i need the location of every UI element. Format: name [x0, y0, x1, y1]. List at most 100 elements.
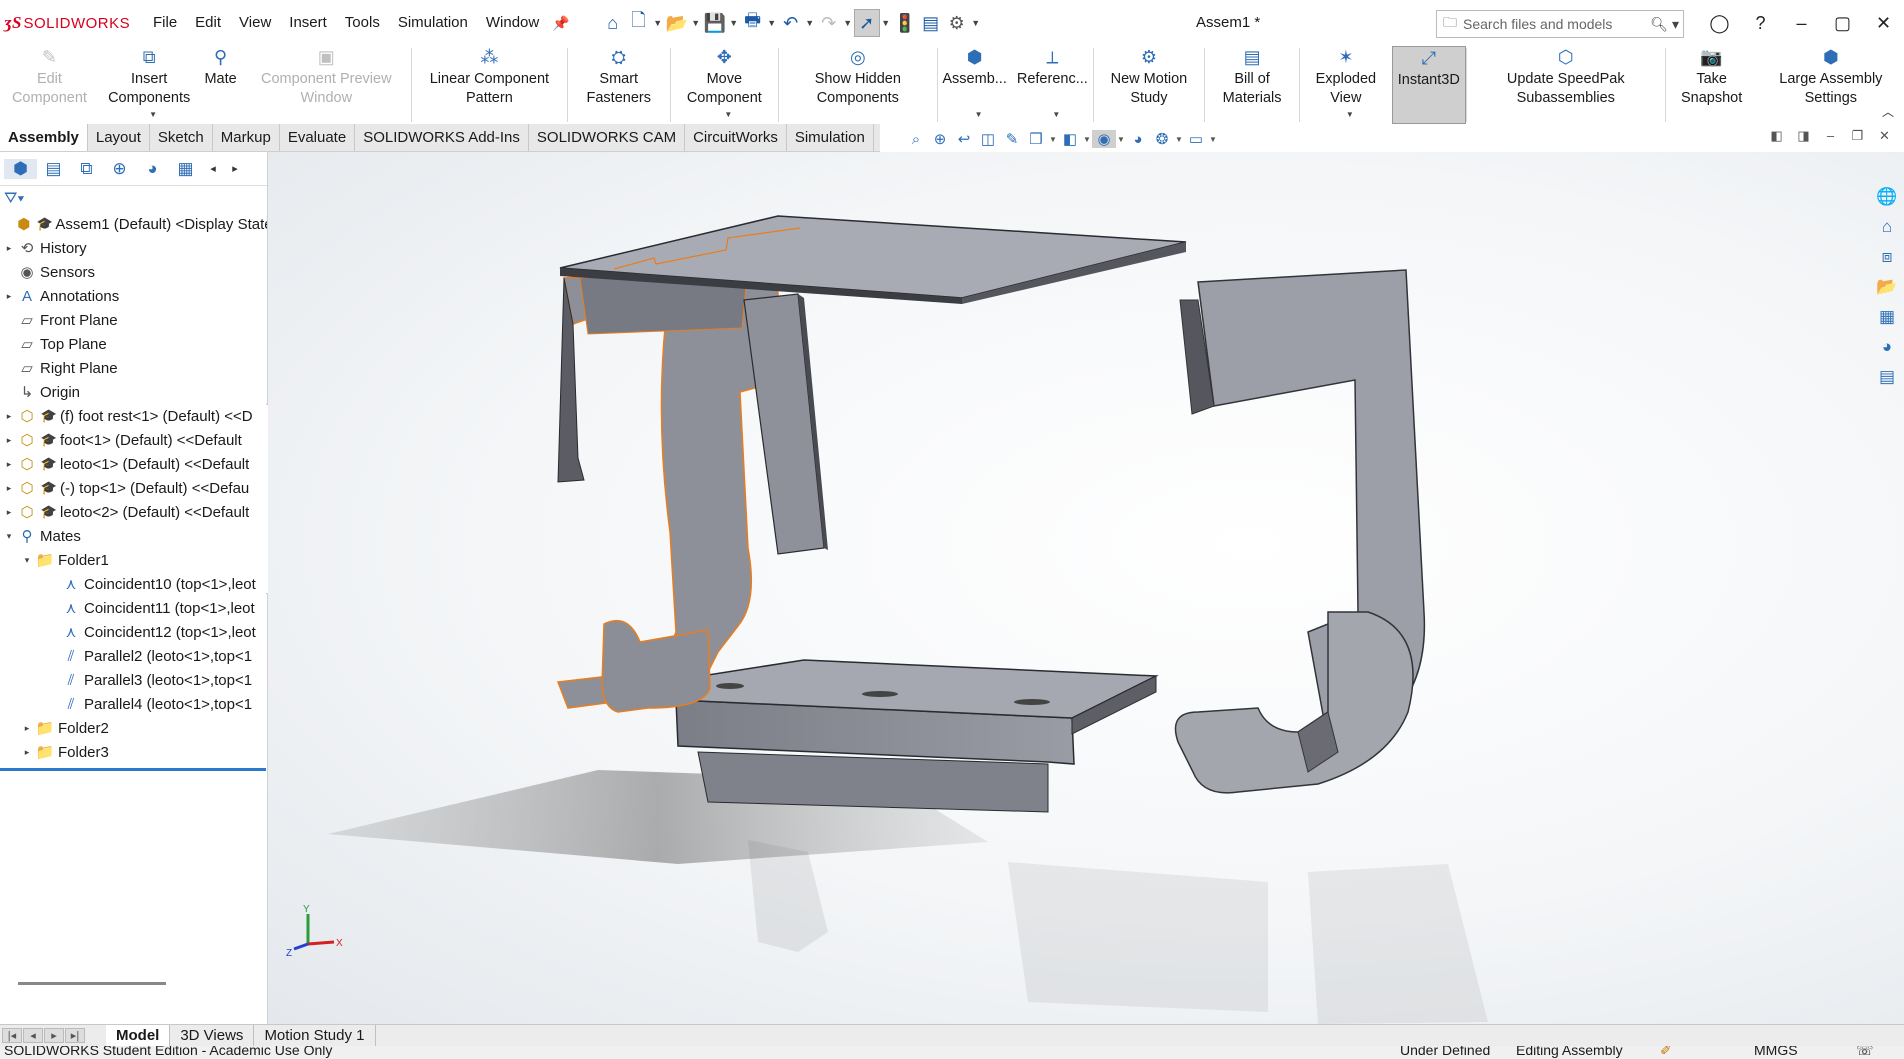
tile-right-icon[interactable]: ◨	[1790, 128, 1817, 144]
chevron-down-icon[interactable]: ▼	[804, 18, 816, 28]
ribbon-button-camera[interactable]: 📷 Take Snapshot	[1666, 46, 1758, 124]
chevron-down-icon[interactable]: ▼	[1174, 135, 1184, 144]
filter-icon[interactable]: ⛛▾	[0, 186, 267, 212]
undo-icon[interactable]: ↶	[778, 10, 804, 36]
ribbon-button-motion-study[interactable]: ⚙ New Motion Study	[1094, 46, 1205, 124]
home-icon[interactable]: ⌂	[1882, 212, 1892, 242]
view-palette-icon[interactable]: ▦	[1879, 302, 1895, 332]
next-tab-icon[interactable]: ▸	[44, 1028, 64, 1043]
ribbon-button-move[interactable]: ✥ Move Component ▼	[670, 46, 778, 124]
ribbon-button-edit-component[interactable]: ✎ Edit Component	[0, 46, 99, 124]
custom-properties-icon[interactable]: ▤	[1879, 362, 1895, 392]
configuration-manager-tab-icon[interactable]: ⧉	[70, 159, 103, 179]
ribbon-button-insert-components[interactable]: ⧉ Insert Components ▼	[99, 46, 200, 124]
file-properties-icon[interactable]: ▤	[918, 10, 944, 36]
expand-toggle-icon[interactable]: ▸	[2, 483, 16, 494]
tree-item-top[interactable]: ▱ Top Plane	[0, 332, 267, 356]
menu-item-insert[interactable]: Insert	[280, 0, 336, 46]
maximize-button[interactable]: ▢	[1822, 13, 1863, 34]
options-gear-icon[interactable]: ⚙	[944, 10, 970, 36]
tab-simulation[interactable]: Simulation	[786, 124, 874, 151]
expand-toggle-icon[interactable]: ▸	[20, 747, 34, 758]
design-library-icon[interactable]: ⧈	[1882, 242, 1893, 272]
chevron-down-icon[interactable]: ▼	[1082, 135, 1092, 144]
chevron-down-icon[interactable]: ▼	[149, 105, 157, 124]
tree-item-folder1[interactable]: ▾ 📁 Folder1	[0, 548, 267, 572]
bottom-tab-model[interactable]: Model	[106, 1025, 171, 1046]
chevron-down-icon[interactable]: ▼	[1052, 105, 1060, 124]
dimxpert-tab-icon[interactable]: ⊕	[103, 159, 136, 179]
prev-tab-icon[interactable]: ◂	[23, 1028, 43, 1043]
tab-solidworks-add-ins[interactable]: SOLIDWORKS Add-Ins	[355, 124, 529, 151]
chevron-down-icon[interactable]: ▼	[880, 18, 892, 28]
ribbon-button-speedpak[interactable]: ⬡ Update SpeedPak Subassemblies	[1467, 46, 1665, 124]
tree-item-parallel3[interactable]: ⫽ Parallel3 (leoto<1>,top<1	[0, 668, 267, 692]
chevron-down-icon[interactable]: ▼	[842, 18, 854, 28]
ribbon-button-instant3d[interactable]: ⤢ Instant3D	[1391, 46, 1466, 124]
tooltip-toggle-icon[interactable]: ☏	[1856, 1046, 1874, 1057]
search-icon[interactable]: 🔍︎ ▾	[1646, 16, 1683, 33]
ribbon-button-assembly-features[interactable]: ⬢ Assemb... ▼	[937, 46, 1011, 124]
tree-item-history[interactable]: ▸ ⟲ History	[0, 236, 267, 260]
print-icon[interactable]: 🖶	[740, 10, 766, 36]
new-document-icon[interactable]: 🗋	[626, 10, 652, 36]
close-button[interactable]: ✕	[1863, 13, 1904, 34]
first-tab-icon[interactable]: |◂	[2, 1028, 22, 1043]
help-icon[interactable]: ?	[1740, 13, 1781, 34]
feature-manager-tab-icon[interactable]: ⬢	[4, 158, 37, 179]
chevron-down-icon[interactable]: ▼	[970, 18, 982, 28]
tree-item-mates[interactable]: ▾ ⚲ Mates	[0, 524, 267, 548]
redo-icon[interactable]: ↷	[816, 10, 842, 36]
collapse-ribbon-icon[interactable]: ︿	[1882, 103, 1894, 120]
bottom-tab-motion-study-1[interactable]: Motion Study 1	[254, 1025, 376, 1046]
select-cursor-icon[interactable]: ➚	[853, 9, 880, 37]
view-orientation-icon[interactable]: ❒	[1024, 130, 1048, 148]
display-style-icon[interactable]: ◧	[1058, 130, 1082, 148]
expand-toggle-icon[interactable]: ▾	[20, 555, 34, 566]
menu-item-simulation[interactable]: Simulation	[389, 0, 477, 46]
expand-toggle-icon[interactable]: ▸	[2, 459, 16, 470]
tab-solidworks-cam[interactable]: SOLIDWORKS CAM	[528, 124, 686, 151]
scroll-left-icon[interactable]: ◂	[202, 162, 224, 175]
chevron-down-icon[interactable]: ▼	[690, 18, 702, 28]
chevron-down-icon[interactable]: ▼	[1048, 135, 1058, 144]
doc-restore-button[interactable]: ❐	[1844, 128, 1871, 144]
tree-item-folder3[interactable]: ▸ 📁 Folder3	[0, 740, 267, 764]
tree-item-[interactable]: ▸ ⬡ 🎓 (-) top<1> (Default) <<Defau	[0, 476, 267, 500]
ribbon-button-reference-geometry[interactable]: ⟂ Referenc... ▼	[1012, 46, 1093, 124]
tab-circuitworks[interactable]: CircuitWorks	[685, 124, 787, 151]
expand-toggle-icon[interactable]: ▸	[2, 507, 16, 518]
tree-item-front[interactable]: ▱ Front Plane	[0, 308, 267, 332]
tree-item-sensors[interactable]: ◉ Sensors	[0, 260, 267, 284]
ribbon-button-preview-window[interactable]: ▣ Component Preview Window	[242, 46, 411, 124]
solidworks-logo[interactable]: ʒS SOLIDWORKS	[4, 13, 134, 33]
expand-toggle-icon[interactable]: ▾	[2, 531, 16, 542]
chevron-down-icon[interactable]: ▼	[1208, 135, 1218, 144]
rebuild-icon[interactable]: 🚦	[892, 10, 918, 36]
appearance-icon[interactable]: ◕	[1126, 131, 1150, 148]
tile-left-icon[interactable]: ◧	[1763, 128, 1790, 144]
menu-item-view[interactable]: View	[230, 0, 280, 46]
graphics-area[interactable]: Y X Z 🌐 ⌂ ⧈ 📂 ▦ ◕ ▤	[268, 152, 1904, 1024]
menu-item-edit[interactable]: Edit	[186, 0, 230, 46]
previous-view-icon[interactable]: ↩	[952, 130, 976, 148]
menu-item-tools[interactable]: Tools	[336, 0, 389, 46]
tree-item-coincident12[interactable]: ⋏ Coincident12 (top<1>,leot	[0, 620, 267, 644]
minimize-button[interactable]: –	[1781, 13, 1822, 34]
rollback-bar[interactable]	[0, 768, 266, 771]
expand-toggle-icon[interactable]: ▸	[2, 243, 16, 254]
zoom-to-area-icon[interactable]: ⊕	[928, 130, 952, 148]
chevron-down-icon[interactable]: ▼	[724, 105, 732, 124]
ribbon-button-exploded-view[interactable]: ✶ Exploded View ▼	[1300, 46, 1392, 124]
tree-item-leoto[interactable]: ▸ ⬡ 🎓 leoto<2> (Default) <<Default	[0, 500, 267, 524]
tree-item-origin[interactable]: ↳ Origin	[0, 380, 267, 404]
chevron-down-icon[interactable]: ▼	[766, 18, 778, 28]
expand-toggle-icon[interactable]: ▸	[2, 435, 16, 446]
tree-item-parallel2[interactable]: ⫽ Parallel2 (leoto<1>,top<1	[0, 644, 267, 668]
property-manager-tab-icon[interactable]: ▤	[37, 159, 70, 179]
chevron-down-icon[interactable]: ▼	[1346, 105, 1354, 124]
ribbon-button-pattern[interactable]: ⁂ Linear Component Pattern	[412, 46, 567, 124]
ribbon-button-show-hidden[interactable]: ◎ Show Hidden Components	[779, 46, 936, 124]
tree-item-f[interactable]: ▸ ⬡ 🎓 (f) foot rest<1> (Default) <<D	[0, 404, 267, 428]
last-tab-icon[interactable]: ▸|	[65, 1028, 85, 1043]
